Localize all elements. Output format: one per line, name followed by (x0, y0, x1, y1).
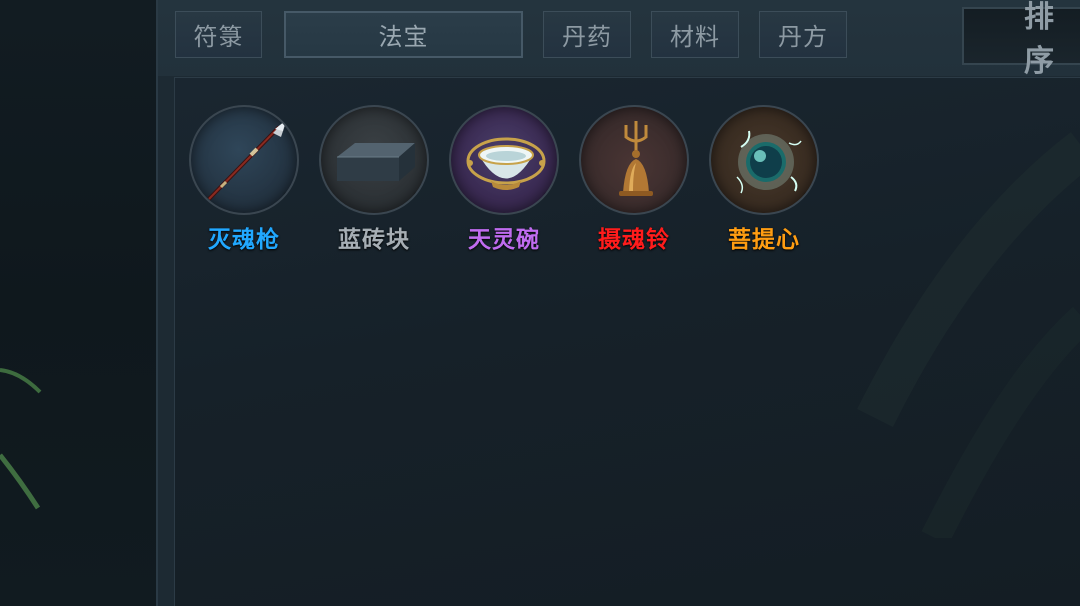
item-count: 1 (413, 189, 423, 208)
tab-recipes[interactable]: 丹方 (759, 11, 847, 58)
item-name: 菩提心 (728, 227, 800, 253)
tab-label: 法宝 (378, 23, 429, 51)
item-slot[interactable]: 1 (579, 105, 689, 215)
game-scene: 符箓 法宝 丹药 材料 丹方 排序 1 灭魂枪 1 蓝砖块 1 天灵碗 1 摄魂… (0, 0, 1080, 606)
inventory-item[interactable]: 1 蓝砖块 (314, 105, 434, 255)
item-count: 1 (673, 189, 683, 208)
tab-pills[interactable]: 丹药 (543, 11, 631, 58)
item-grid: 1 灭魂枪 1 蓝砖块 1 天灵碗 1 摄魂铃 1 菩提心 (174, 77, 1080, 606)
tab-talismans[interactable]: 符箓 (175, 11, 262, 58)
background-scenery (0, 0, 156, 606)
tab-label: 丹方 (778, 23, 828, 51)
inventory-item[interactable]: 1 天灵碗 (444, 105, 564, 255)
item-name: 天灵碗 (468, 227, 540, 253)
item-count: 1 (803, 189, 813, 208)
tab-label: 符箓 (193, 23, 244, 51)
item-name: 灭魂枪 (208, 227, 280, 253)
item-slot[interactable]: 1 (449, 105, 559, 215)
tab-label: 丹药 (562, 23, 612, 51)
inventory-panel: 符箓 法宝 丹药 材料 丹方 排序 1 灭魂枪 1 蓝砖块 1 天灵碗 1 摄魂… (156, 0, 1080, 606)
item-count: 1 (543, 189, 553, 208)
item-name: 摄魂铃 (598, 227, 670, 253)
foliage-decoration (857, 132, 1080, 538)
item-slot[interactable]: 1 (709, 105, 819, 215)
item-slot[interactable]: 1 (189, 105, 299, 215)
sort-button[interactable]: 排序 (962, 0, 1080, 79)
inventory-item[interactable]: 1 灭魂枪 (184, 105, 304, 255)
item-count: 1 (283, 189, 293, 208)
sort-label: 排序 (1024, 0, 1058, 79)
item-slot[interactable]: 1 (319, 105, 429, 215)
inventory-item[interactable]: 1 摄魂铃 (574, 105, 694, 255)
item-name: 蓝砖块 (338, 227, 410, 253)
grass-icon (0, 368, 42, 510)
tab-materials[interactable]: 材料 (651, 11, 739, 58)
tab-label: 材料 (670, 23, 720, 51)
inventory-item[interactable]: 1 菩提心 (704, 105, 824, 255)
category-tab-bar: 符箓 法宝 丹药 材料 丹方 排序 (158, 0, 1080, 79)
tab-treasures[interactable]: 法宝 (284, 11, 523, 58)
